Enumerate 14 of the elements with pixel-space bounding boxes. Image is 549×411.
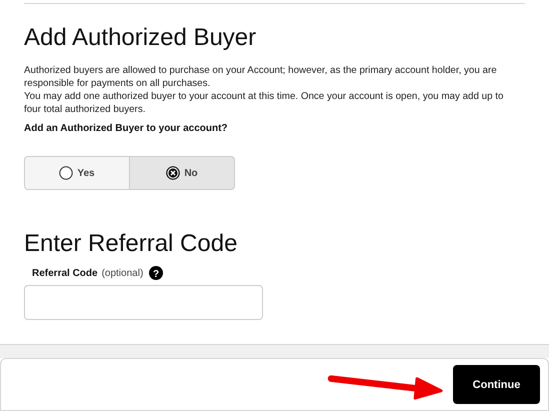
- referral-code-field[interactable]: [24, 285, 263, 320]
- section-title: Enter Referral Code: [24, 230, 238, 258]
- radio-option[interactable]: No: [130, 156, 235, 190]
- optional-hint: (optional): [102, 268, 144, 278]
- radio-option[interactable]: Yes: [24, 156, 130, 190]
- field-label: Referral Code: [32, 268, 98, 278]
- x-circle-icon: [166, 166, 180, 180]
- description-text: You may add one authorized buyer to your account at this time. Once your account is open, you may add up to four total authorized buyers.: [24, 90, 504, 116]
- section-title: Add Authorized Buyer: [24, 24, 258, 52]
- radio-circle-icon: [59, 166, 74, 180]
- help-icon[interactable]: ?: [149, 266, 164, 280]
- question-label: Add an Authorized Buyer to your account?: [24, 123, 229, 134]
- description-text: Authorized buyers are allowed to purchase on your Account; however, as the primary account holder, you are responsible for payments on all purchases.: [24, 64, 498, 90]
- continue-button[interactable]: Continue: [453, 365, 540, 404]
